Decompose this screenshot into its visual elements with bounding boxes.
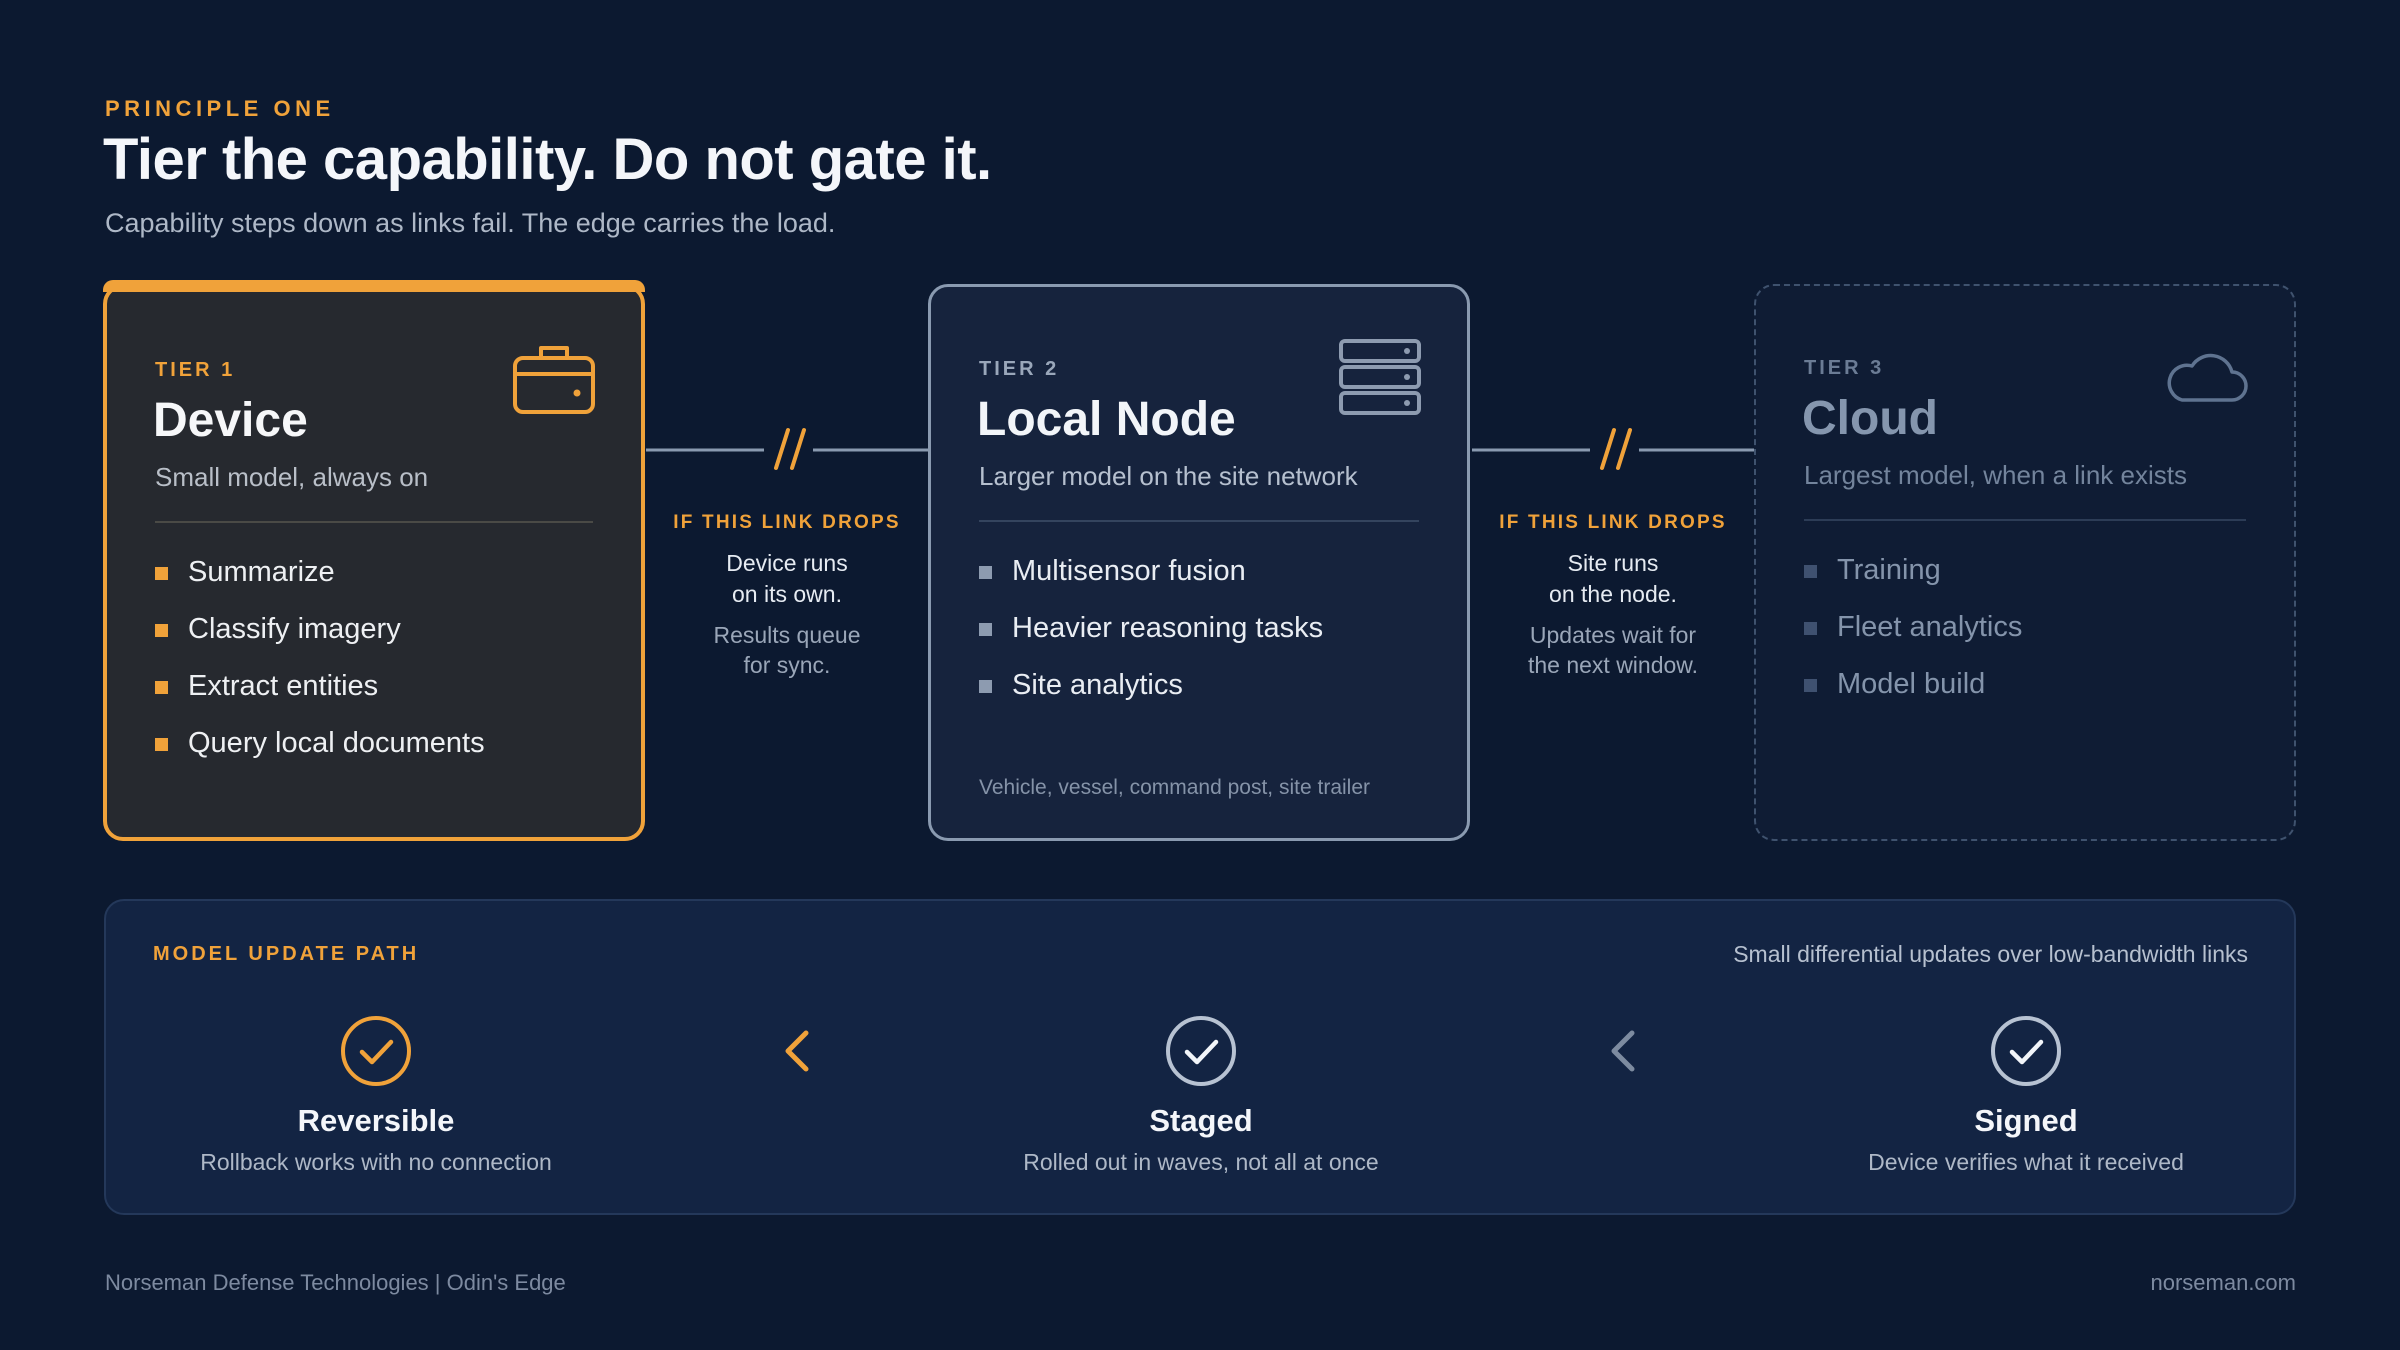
- detail-line: Results queue: [713, 622, 861, 648]
- page-title: Tier the capability. Do not gate it.: [103, 127, 992, 192]
- outcome-line: on its own.: [732, 581, 842, 607]
- tier-name: Device: [153, 394, 308, 447]
- list-item-label: Classify imagery: [188, 613, 401, 645]
- cloud-icon: [2167, 353, 2248, 402]
- chevron-left-icon: [1611, 1030, 1635, 1072]
- link-drop-heading: IF THIS LINK DROPS: [1499, 512, 1727, 533]
- outcome-line: Site runs: [1567, 550, 1659, 576]
- bullet-marker: [155, 681, 168, 694]
- outcome-line: Device runs: [726, 550, 848, 576]
- bullet-marker: [979, 623, 992, 636]
- divider: [1804, 519, 2246, 521]
- list-item-label: Query local documents: [188, 727, 485, 759]
- list-item-label: Heavier reasoning tasks: [1012, 612, 1324, 644]
- capability-list: Multisensor fusion Heavier reasoning tas…: [979, 551, 1323, 722]
- bullet-marker: [979, 680, 992, 693]
- list-item-label: Summarize: [188, 556, 335, 588]
- list-item: Model build: [1804, 664, 2022, 721]
- capability-list: Summarize Classify imagery Extract entit…: [155, 552, 485, 780]
- check-circle-icon: [341, 1016, 411, 1086]
- list-item-label: Extract entities: [188, 670, 379, 702]
- link-drop-outcome: Device runs on its own.: [646, 548, 928, 610]
- tier-description: Largest model, when a link exists: [1804, 460, 2187, 490]
- list-item: Training: [1804, 550, 2022, 607]
- list-item: Extract entities: [155, 666, 485, 723]
- list-item-label: Site analytics: [1012, 669, 1183, 701]
- link-drop-heading: IF THIS LINK DROPS: [673, 512, 901, 533]
- footer-website: norseman.com: [2150, 1270, 2296, 1295]
- toolbox-icon: [513, 346, 595, 414]
- step-description: Rollback works with no connection: [200, 1149, 552, 1175]
- update-step-staged: Staged Rolled out in waves, not all at o…: [961, 1015, 1441, 1176]
- tier-label: TIER 3: [1804, 357, 1885, 379]
- tier-card-local-node: TIER 2 Local Node Larger model on the si…: [928, 284, 1470, 841]
- link-drop-outcome: Site runs on the node.: [1472, 548, 1754, 610]
- step-title: Reversible: [297, 1103, 455, 1138]
- panel-note: Small differential updates over low-band…: [1733, 941, 2248, 967]
- divider: [155, 521, 593, 523]
- panel-title: MODEL UPDATE PATH: [153, 943, 420, 965]
- link-break-connector: [1472, 428, 1754, 470]
- bullet-marker: [155, 624, 168, 637]
- tier-footnote: Vehicle, vessel, command post, site trai…: [979, 776, 1371, 799]
- chevron-left-icon: [785, 1030, 809, 1072]
- step-title: Staged: [1149, 1103, 1253, 1138]
- detail-line: the next window.: [1527, 652, 1699, 678]
- check-circle-icon: [1991, 1016, 2061, 1086]
- update-step-reversible: Reversible Rollback works with no connec…: [136, 1015, 616, 1176]
- list-item-label: Multisensor fusion: [1012, 555, 1246, 587]
- bullet-marker: [1804, 565, 1817, 578]
- bullet-marker: [155, 738, 168, 751]
- link-drop-detail: Updates wait for the next window.: [1472, 620, 1754, 680]
- list-item: Fleet analytics: [1804, 607, 2022, 664]
- list-item-label: Training: [1837, 554, 1941, 586]
- bullet-marker: [155, 567, 168, 580]
- tier-description: Larger model on the site network: [979, 461, 1358, 491]
- link-drop-detail: Results queue for sync.: [646, 620, 928, 680]
- tier-name: Cloud: [1802, 392, 1938, 445]
- list-item: Summarize: [155, 552, 485, 609]
- detail-line: Updates wait for: [1529, 622, 1697, 648]
- page-subtitle: Capability steps down as links fail. The…: [105, 208, 836, 238]
- detail-line: for sync.: [743, 652, 831, 678]
- list-item: Query local documents: [155, 723, 485, 780]
- divider: [979, 520, 1419, 522]
- server-rack-icon: [1339, 339, 1421, 415]
- bullet-marker: [1804, 622, 1817, 635]
- outcome-line: on the node.: [1549, 581, 1677, 607]
- list-item: Heavier reasoning tasks: [979, 608, 1323, 665]
- bullet-marker: [1804, 679, 1817, 692]
- tier-description: Small model, always on: [155, 462, 429, 492]
- link-break-connector: [646, 428, 928, 470]
- tier-name: Local Node: [977, 393, 1236, 446]
- tier-label: TIER 1: [155, 359, 236, 381]
- update-step-signed: Signed Device verifies what it received: [1786, 1015, 2266, 1176]
- step-title: Signed: [1974, 1103, 2078, 1138]
- list-item: Classify imagery: [155, 609, 485, 666]
- step-description: Rolled out in waves, not all at once: [1023, 1149, 1379, 1175]
- tier-label: TIER 2: [979, 358, 1060, 380]
- tier-card-cloud: TIER 3 Cloud Largest model, when a link …: [1754, 284, 2296, 841]
- eyebrow-label: PRINCIPLE ONE: [105, 96, 335, 121]
- step-description: Device verifies what it received: [1868, 1149, 2184, 1175]
- check-circle-icon: [1166, 1016, 1236, 1086]
- tier-card-device: TIER 1 Device Small model, always on Sum…: [103, 280, 645, 841]
- list-item-label: Model build: [1837, 668, 1986, 700]
- model-update-panel: MODEL UPDATE PATH Small differential upd…: [104, 899, 2296, 1215]
- list-item: Multisensor fusion: [979, 551, 1323, 608]
- capability-list: Training Fleet analytics Model build: [1804, 550, 2022, 721]
- list-item: Site analytics: [979, 665, 1323, 722]
- bullet-marker: [979, 566, 992, 579]
- footer-company: Norseman Defense Technologies | Odin's E…: [105, 1270, 566, 1295]
- list-item-label: Fleet analytics: [1837, 611, 2023, 643]
